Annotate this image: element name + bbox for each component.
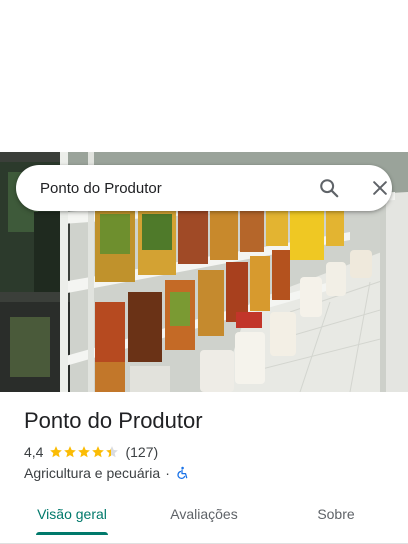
tab-about[interactable]: Sobre: [292, 496, 380, 544]
tab-overview[interactable]: Visão geral: [24, 496, 120, 544]
place-category[interactable]: Agricultura e pecuária: [24, 465, 160, 481]
star-icon: [78, 446, 91, 458]
tab-bar: Visão geral Avaliações Sobre: [0, 496, 408, 544]
active-tab-indicator: [36, 532, 108, 535]
tab-label: Avaliações: [170, 506, 238, 522]
blank-area: [0, 0, 408, 152]
tab-reviews[interactable]: Avaliações: [156, 496, 252, 544]
tab-label: Sobre: [317, 506, 355, 522]
close-icon[interactable]: [370, 178, 390, 198]
tab-label: Visão geral: [37, 506, 107, 522]
search-bar[interactable]: Ponto do Produtor: [16, 165, 392, 211]
category-row: Agricultura e pecuária ·: [24, 464, 189, 482]
star-rating: [49, 445, 119, 459]
star-icon: [50, 446, 63, 458]
search-icon[interactable]: [318, 177, 340, 199]
star-icon: [64, 446, 77, 458]
review-count[interactable]: (127): [125, 444, 158, 460]
wheelchair-icon: [177, 466, 188, 479]
rating-row[interactable]: 4,4 (127): [24, 443, 158, 461]
star-icon: [92, 446, 105, 458]
place-title: Ponto do Produtor: [24, 408, 203, 433]
star-icon: [106, 446, 119, 458]
rating-value: 4,4: [24, 444, 44, 460]
separator-dot: ·: [165, 465, 170, 481]
